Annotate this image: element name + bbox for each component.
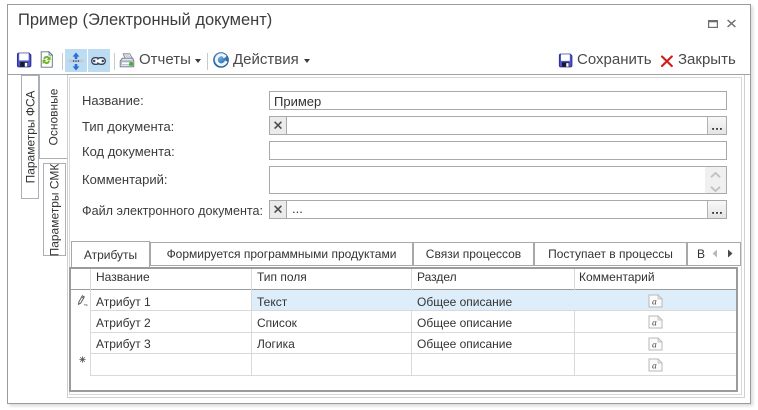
svg-text:a: a [652,297,657,307]
svg-text:a: a [652,319,657,329]
svg-text:a: a [652,361,657,371]
svg-text:a: a [652,340,657,350]
